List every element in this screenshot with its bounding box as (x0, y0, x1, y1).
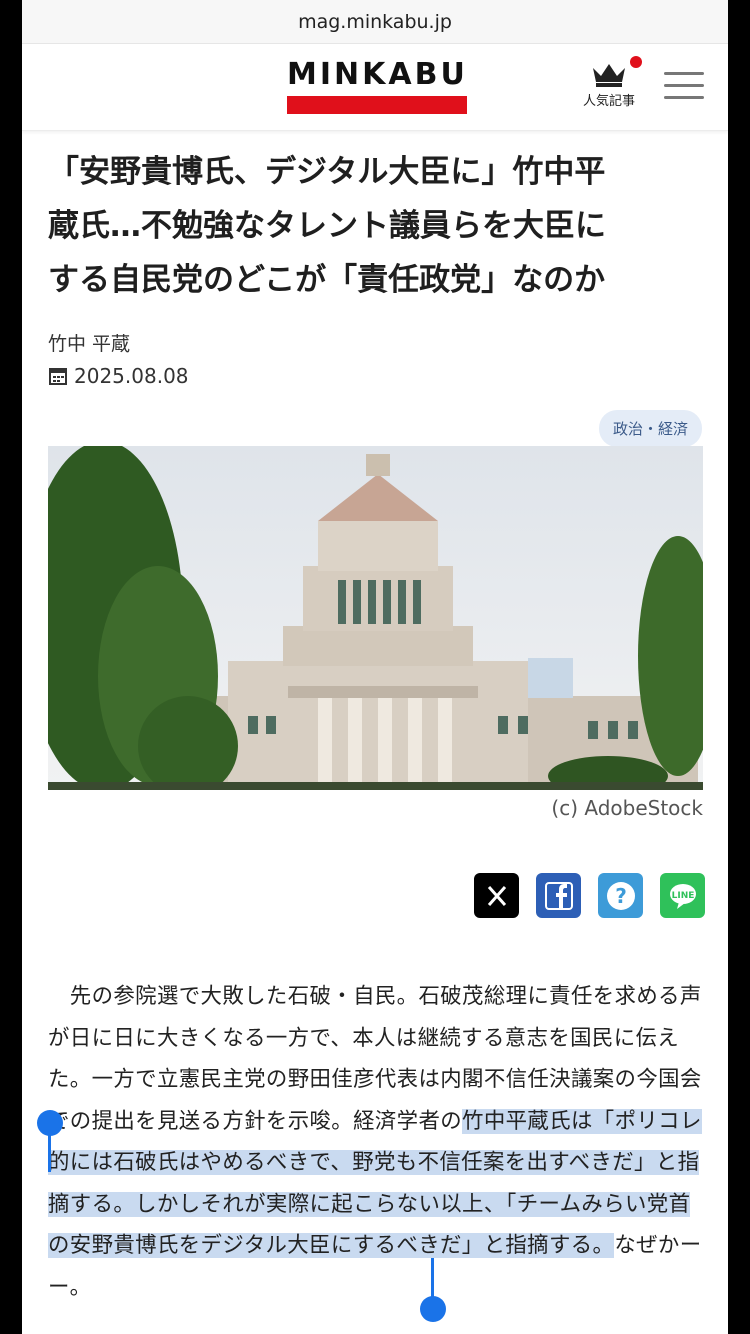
date-text: 2025.08.08 (74, 364, 189, 388)
site-logo[interactable]: MINKABU (287, 58, 467, 114)
category-tag[interactable]: 政治・経済 (598, 410, 702, 447)
svg-text:?: ? (615, 884, 627, 908)
x-icon (487, 885, 506, 906)
ranking-label: 人気記事 (582, 94, 635, 109)
logo-bar (287, 96, 467, 114)
browser-page: mag.minkabu.jp MINKABU 人気記事 「安野貴博氏、デジタル大… (22, 0, 728, 1334)
hamburger-menu-icon[interactable] (664, 72, 704, 108)
article-author[interactable]: 竹中 平蔵 (48, 329, 702, 356)
title-line: 「安野貴博氏、デジタル大臣に」竹中平 (48, 154, 606, 190)
share-x-button[interactable] (474, 873, 519, 918)
article-date: 2025.08.08 (48, 364, 702, 388)
line-icon: LINE (669, 883, 696, 909)
notification-dot (630, 56, 642, 68)
address-bar[interactable]: mag.minkabu.jp (22, 0, 728, 44)
site-header: MINKABU 人気記事 (22, 44, 728, 131)
share-hatena-button[interactable]: ? (598, 873, 643, 918)
selection-start-caret (48, 1130, 51, 1172)
url-text: mag.minkabu.jp (298, 10, 452, 33)
selection-end-handle[interactable] (420, 1296, 446, 1322)
crown-icon (593, 64, 625, 87)
share-buttons: ? LINE (474, 873, 705, 918)
image-credit: (c) AdobeStock (551, 796, 703, 820)
hatena-icon: ? (606, 881, 635, 910)
article-body[interactable]: 先の参院選で大敗した石破・自民。石破茂総理に責任を求める声が日に日に大きくなる一… (48, 976, 703, 1308)
facebook-icon (544, 881, 573, 910)
logo-text: MINKABU (287, 57, 468, 92)
selection-end-caret (431, 1258, 434, 1298)
share-facebook-button[interactable] (536, 873, 581, 918)
article-title: 「安野貴博氏、デジタル大臣に」竹中平 蔵氏…不勉強なタレント議員らを大臣に する… (48, 145, 702, 307)
svg-text:LINE: LINE (671, 891, 694, 901)
title-line: する自民党のどこが「責任政党」なのか (48, 262, 606, 298)
share-line-button[interactable]: LINE (660, 873, 705, 918)
article-hero-image (48, 446, 703, 790)
diet-building-image (48, 446, 703, 790)
popular-articles-button[interactable]: 人気記事 (574, 56, 644, 109)
calendar-icon (49, 368, 67, 385)
title-line: 蔵氏…不勉強なタレント議員らを大臣に (48, 208, 606, 244)
